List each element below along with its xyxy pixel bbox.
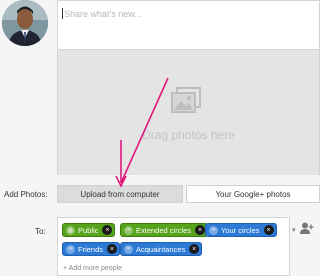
text-caret [62,8,63,19]
chip-label: Friends [78,244,104,254]
remove-chip-icon[interactable]: × [102,225,113,235]
avatar [2,0,48,46]
audience-field[interactable]: ◍ Public × ∞ Extended circles × ∞ Your c… [57,217,290,276]
add-person-icon[interactable] [300,222,314,234]
circles-icon: ∞ [66,244,75,254]
to-label: To: [35,227,46,236]
circles-icon: ∞ [209,225,218,235]
photo-icon [171,87,201,113]
chip-label: Your circles [221,225,260,235]
remove-chip-icon[interactable]: × [263,225,274,235]
post-text-placeholder: Share what's new... [64,9,142,19]
chevron-down-icon[interactable]: ▾ [292,226,296,234]
chip-label: Public [78,225,99,235]
chip-public[interactable]: ◍ Public × [62,223,116,237]
remove-chip-icon[interactable]: × [195,225,206,235]
drag-photos-text: Drag photos here [142,128,235,142]
upload-from-computer-button[interactable]: Upload from computer [57,185,183,203]
remove-chip-icon[interactable]: × [107,244,118,254]
photo-drop-area[interactable]: Drag photos here [57,50,320,175]
chip-friends[interactable]: ∞ Friends × [62,242,121,256]
chip-label: Extended circles [136,225,192,235]
post-text-input[interactable]: Share what's new... [57,0,320,50]
chip-label: Acquaintances [136,244,186,254]
circles-icon: ∞ [124,225,133,235]
google-photos-button[interactable]: Your Google+ photos [186,185,320,203]
circles-icon: ∞ [124,244,133,254]
share-box: Share what's new... Drag photos here Add… [0,0,320,276]
add-more-people-link[interactable]: + Add more people [63,265,122,272]
chip-acquaintances[interactable]: ∞ Acquaintances × [120,242,203,256]
remove-chip-icon[interactable]: × [189,244,200,254]
globe-icon: ◍ [66,225,75,235]
add-photos-label: Add Photos: [4,190,48,199]
chip-extended-circles[interactable]: ∞ Extended circles × [120,223,209,237]
chip-your-circles[interactable]: ∞ Your circles × [205,223,277,237]
